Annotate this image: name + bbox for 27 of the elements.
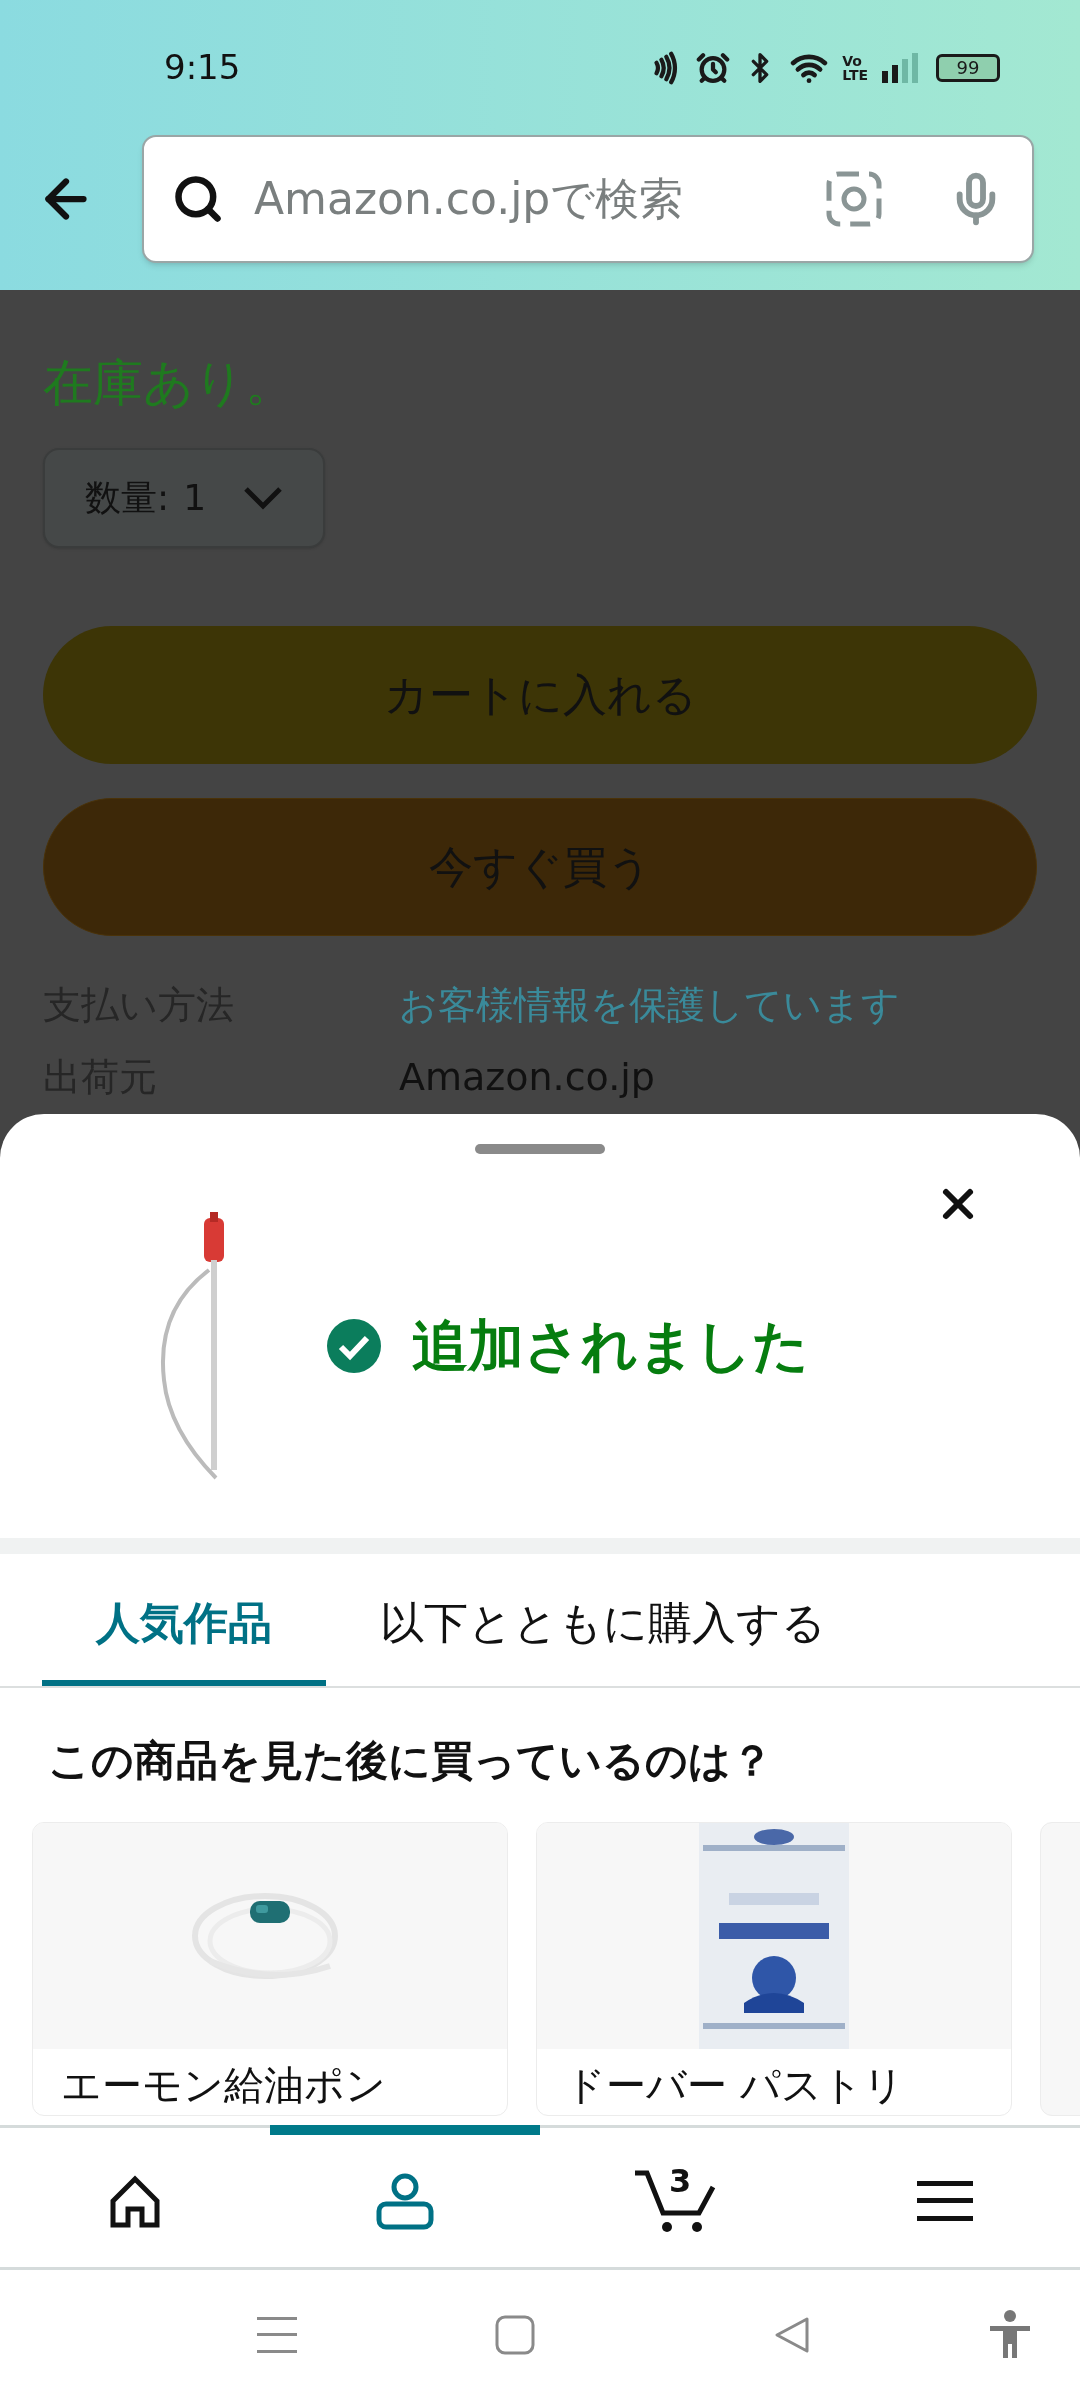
- chevron-down-icon: [243, 486, 283, 510]
- recents-icon[interactable]: [256, 2315, 297, 2355]
- product-title: ドーバー パストリ: [564, 2061, 905, 2110]
- menu-icon: [917, 2181, 973, 2221]
- search-icon: [172, 173, 224, 225]
- product-title: エーモン給油ポン: [60, 2061, 387, 2110]
- user-icon: [375, 2171, 435, 2231]
- cart-count: 3: [669, 2165, 692, 2197]
- tab[interactable]: 以下とともに購入する: [326, 1554, 880, 1686]
- volte-label: Vo: [842, 53, 863, 68]
- product-card[interactable]: ドーバー パストリ: [536, 1822, 1012, 2116]
- accessibility-icon[interactable]: [988, 2310, 1032, 2360]
- camera-icon[interactable]: [826, 171, 882, 227]
- battery-indicator: 99: [936, 53, 1000, 82]
- recommendations-heading: この商品を見た後に買っているのは？: [48, 1740, 774, 1782]
- volte-label: LTE: [842, 67, 868, 82]
- added-confirmation: 追加されました: [412, 1312, 809, 1380]
- cart-icon: [633, 2169, 717, 2233]
- search-field[interactable]: Amazon.co.jpで検索: [142, 135, 1034, 263]
- nav-tab[interactable]: 3: [540, 2125, 810, 2267]
- home-button-icon[interactable]: [495, 2315, 535, 2355]
- alarm-icon: [696, 50, 731, 85]
- tab[interactable]: 人気作品: [42, 1554, 326, 1686]
- drag-handle[interactable]: [475, 1144, 605, 1154]
- status-time: 9:15: [164, 46, 241, 89]
- check-circle-icon: [326, 1318, 382, 1374]
- product-card[interactable]: エーモン給油ポン: [32, 1822, 508, 2116]
